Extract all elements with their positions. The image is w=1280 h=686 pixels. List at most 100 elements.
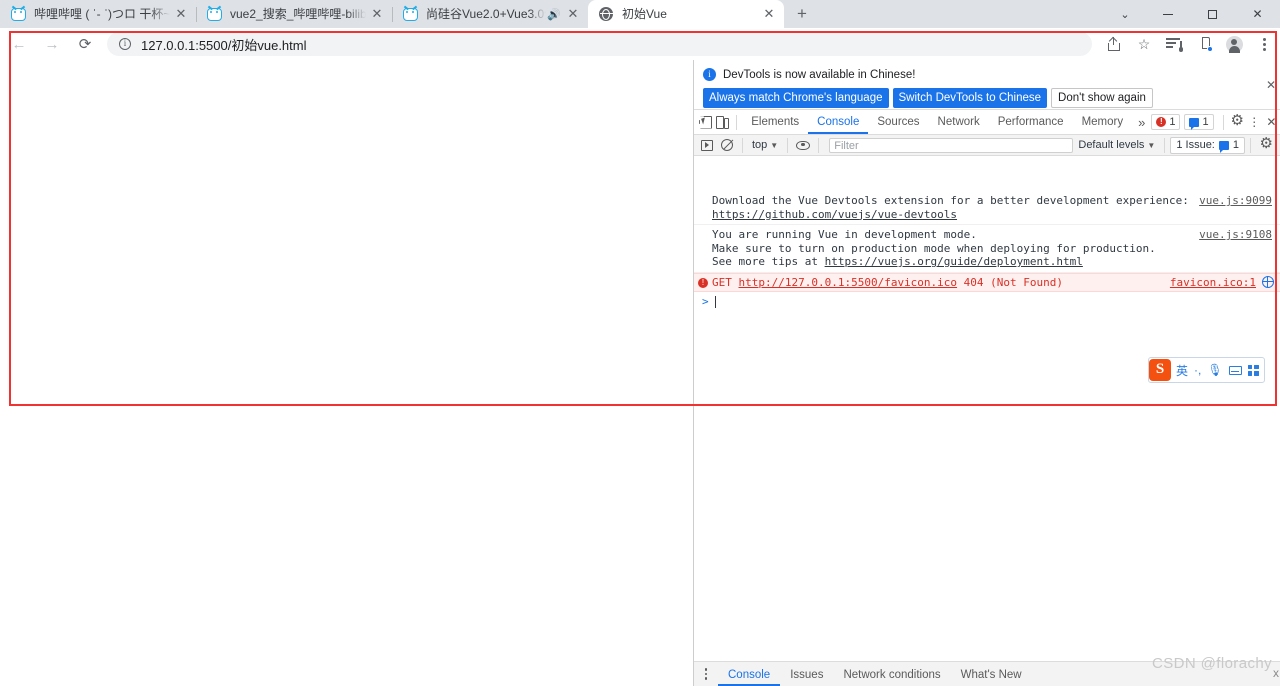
maximize-button[interactable] bbox=[1190, 0, 1235, 28]
tab-title: vue2_搜索_哔哩哔哩-bilibili bbox=[230, 7, 366, 21]
tab-console[interactable]: Console bbox=[808, 110, 869, 134]
bilibili-icon bbox=[10, 6, 26, 22]
forward-button[interactable]: → bbox=[38, 30, 66, 58]
divider bbox=[818, 137, 820, 153]
execution-context-selector[interactable]: top ▼ bbox=[748, 139, 782, 151]
browser-tab-2[interactable]: vue2_搜索_哔哩哔哩-bilibili ✕ bbox=[196, 0, 392, 28]
extensions-icon[interactable] bbox=[1190, 30, 1218, 58]
drawer-tab-console[interactable]: Console bbox=[718, 662, 781, 686]
issues-label: 1 Issue: bbox=[1176, 139, 1215, 151]
tab-close-button[interactable]: ✕ bbox=[760, 5, 778, 23]
ime-soft-keyboard-icon[interactable] bbox=[1226, 359, 1245, 381]
console-sidebar-toggle-icon[interactable] bbox=[697, 136, 717, 155]
tab-close-button[interactable]: ✕ bbox=[368, 5, 386, 23]
ime-language-mode[interactable]: 英 bbox=[1173, 359, 1191, 381]
bookmark-star-icon[interactable]: ☆ bbox=[1130, 30, 1158, 58]
console-prompt[interactable]: > bbox=[694, 292, 1280, 311]
always-match-chrome-language-button[interactable]: Always match Chrome's language bbox=[703, 88, 889, 108]
site-info-icon[interactable] bbox=[119, 37, 131, 50]
ime-punctuation-mode[interactable]: ·, bbox=[1191, 359, 1204, 381]
close-window-button[interactable]: ✕ bbox=[1235, 0, 1280, 28]
open-in-network-panel-icon[interactable] bbox=[1262, 275, 1274, 288]
issues-pill[interactable]: 1 Issue: 1 bbox=[1170, 136, 1245, 154]
sogou-ime-toolbar[interactable]: S 英 ·, 🎙 bbox=[1148, 357, 1265, 383]
chrome-menu-icon[interactable] bbox=[1250, 30, 1278, 58]
media-controls-icon[interactable] bbox=[1160, 30, 1188, 58]
browser-tab-3[interactable]: 尚硅谷Vue2.0+Vue3.0全套 🔊 ✕ bbox=[392, 0, 588, 28]
message-source-link[interactable]: vue.js:9108 bbox=[1199, 228, 1272, 242]
devtools-kebab-menu-icon[interactable]: ⋮ bbox=[1246, 112, 1263, 133]
inspect-element-icon[interactable] bbox=[697, 112, 714, 133]
minimize-button[interactable] bbox=[1145, 0, 1190, 28]
browser-tab-4-active[interactable]: 初始Vue ✕ bbox=[588, 0, 784, 28]
drawer-menu-icon[interactable] bbox=[698, 668, 714, 680]
address-bar[interactable]: 127.0.0.1:5500/初始vue.html bbox=[107, 32, 1092, 56]
dont-show-again-button[interactable]: Don't show again bbox=[1051, 88, 1153, 108]
ime-microphone-icon[interactable]: 🎙 bbox=[1204, 359, 1225, 381]
devtools-close-icon[interactable]: ✕ bbox=[1263, 112, 1280, 133]
live-expression-eye-icon[interactable] bbox=[793, 136, 813, 155]
console-message-line: Make sure to turn on production mode whe… bbox=[712, 241, 1156, 255]
message-source-link[interactable]: favicon.ico:1 bbox=[1170, 276, 1256, 290]
switch-devtools-to-chinese-button[interactable]: Switch DevTools to Chinese bbox=[892, 88, 1048, 108]
console-settings-gear-icon[interactable] bbox=[1256, 136, 1276, 155]
divider bbox=[736, 114, 738, 130]
tab-performance[interactable]: Performance bbox=[989, 110, 1073, 134]
browser-window: 哔哩哔哩 ( ˈ- ˈ)つロ 干杯~-bili ✕ vue2_搜索_哔哩哔哩-b… bbox=[0, 0, 1280, 686]
drawer-tab-whats-new[interactable]: What's New bbox=[951, 662, 1032, 686]
watermark-corner-x: x bbox=[1273, 666, 1279, 680]
tab-sources[interactable]: Sources bbox=[868, 110, 928, 134]
tab-network[interactable]: Network bbox=[929, 110, 989, 134]
divider bbox=[1222, 114, 1224, 130]
reload-button[interactable]: ⟳ bbox=[71, 30, 99, 58]
console-message-row[interactable]: You are running Vue in development mode.… bbox=[694, 225, 1280, 273]
share-icon[interactable] bbox=[1100, 30, 1128, 58]
bilibili-icon bbox=[206, 6, 222, 22]
message-icon bbox=[1218, 140, 1229, 153]
tab-strip: 哔哩哔哩 ( ˈ- ˈ)つロ 干杯~-bili ✕ vue2_搜索_哔哩哔哩-b… bbox=[0, 0, 1280, 28]
log-levels-selector[interactable]: Default levels ▼ bbox=[1078, 139, 1159, 151]
vue-devtools-link[interactable]: https://github.com/vuejs/vue-devtools bbox=[712, 208, 957, 221]
error-icon: ! bbox=[1156, 117, 1167, 127]
divider bbox=[742, 137, 743, 153]
ime-toolbox-icon[interactable] bbox=[1245, 359, 1262, 381]
prompt-symbol: > bbox=[702, 295, 709, 308]
console-message-line: Download the Vue Devtools extension for … bbox=[712, 194, 1189, 207]
tab-audio-icon[interactable]: 🔊 bbox=[546, 8, 562, 21]
console-filter-input[interactable]: Filter bbox=[829, 137, 1074, 153]
back-button[interactable]: ← bbox=[5, 30, 33, 58]
browser-tab-1[interactable]: 哔哩哔哩 ( ˈ- ˈ)つロ 干杯~-bili ✕ bbox=[0, 0, 196, 28]
devtools-settings-gear-icon[interactable] bbox=[1228, 112, 1245, 133]
banner-close-icon[interactable]: ✕ bbox=[1266, 79, 1276, 91]
tab-elements[interactable]: Elements bbox=[742, 110, 808, 134]
divider bbox=[787, 137, 789, 153]
tab-close-button[interactable]: ✕ bbox=[564, 5, 582, 23]
tab-close-button[interactable]: ✕ bbox=[172, 5, 190, 23]
banner-message: DevTools is now available in Chinese! bbox=[723, 68, 916, 81]
drawer-tab-network-conditions[interactable]: Network conditions bbox=[833, 662, 950, 686]
message-count-badge[interactable]: 1 bbox=[1184, 114, 1214, 130]
error-icon: ! bbox=[698, 277, 708, 288]
request-url-link[interactable]: http://127.0.0.1:5500/favicon.ico bbox=[739, 276, 958, 289]
new-tab-button[interactable]: + bbox=[788, 0, 816, 28]
text-caret bbox=[714, 295, 716, 308]
tab-search-chevron-icon[interactable]: ⌄ bbox=[1105, 0, 1145, 28]
device-toolbar-icon[interactable] bbox=[714, 112, 731, 133]
console-error-row[interactable]: ! GET http://127.0.0.1:5500/favicon.ico … bbox=[694, 272, 1280, 292]
sogou-logo-icon[interactable]: S bbox=[1149, 359, 1171, 381]
globe-icon bbox=[598, 6, 614, 22]
error-count-badge[interactable]: ! 1 bbox=[1151, 114, 1181, 130]
clear-console-icon[interactable] bbox=[717, 136, 737, 155]
response-status: 404 bbox=[963, 275, 984, 289]
response-status-text: (Not Found) bbox=[990, 275, 1064, 289]
vue-deployment-guide-link[interactable]: https://vuejs.org/guide/deployment.html bbox=[825, 255, 1083, 268]
tab-memory[interactable]: Memory bbox=[1073, 110, 1133, 134]
more-tabs-chevron-icon[interactable]: » bbox=[1132, 115, 1151, 130]
page-blank-area bbox=[0, 406, 693, 686]
message-source-link[interactable]: vue.js:9099 bbox=[1199, 194, 1272, 208]
profile-avatar-icon[interactable] bbox=[1220, 30, 1248, 58]
window-controls: ⌄ ✕ bbox=[1105, 0, 1280, 28]
drawer-tab-issues[interactable]: Issues bbox=[780, 662, 833, 686]
tab-title: 哔哩哔哩 ( ˈ- ˈ)つロ 干杯~-bili bbox=[34, 7, 170, 21]
console-message-row[interactable]: Download the Vue Devtools extension for … bbox=[694, 191, 1280, 225]
